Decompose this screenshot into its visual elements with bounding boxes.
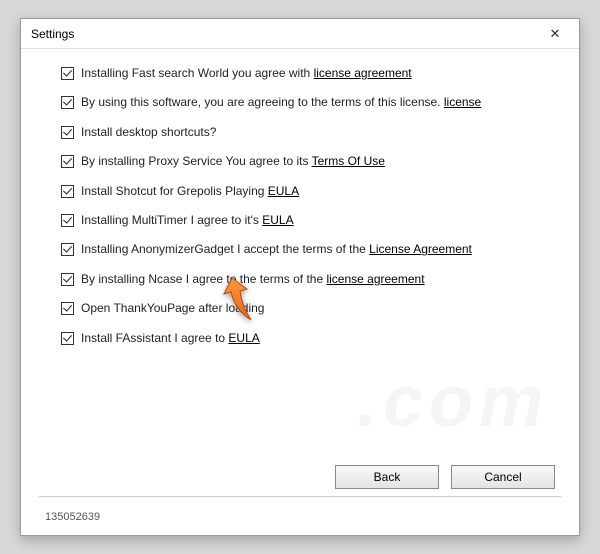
option-label: By installing Proxy Service You agree to… xyxy=(81,153,385,170)
option-row: Installing AnonymizerGadget I accept the… xyxy=(61,241,557,258)
checkbox[interactable] xyxy=(61,273,74,286)
close-button[interactable]: ✕ xyxy=(541,23,569,45)
option-label: Installing AnonymizerGadget I accept the… xyxy=(81,241,472,258)
license-link[interactable]: license agreement xyxy=(314,66,412,80)
option-row: Install Shotcut for Grepolis Playing EUL… xyxy=(61,183,557,200)
option-label: By using this software, you are agreeing… xyxy=(81,94,481,111)
option-row: Install FAssistant I agree to EULA xyxy=(61,330,557,347)
license-link[interactable]: license agreement xyxy=(326,272,424,286)
terms-link[interactable]: Terms Of Use xyxy=(312,154,385,168)
option-row: By installing Proxy Service You agree to… xyxy=(61,153,557,170)
checkbox[interactable] xyxy=(61,214,74,227)
option-label: Install desktop shortcuts? xyxy=(81,124,216,141)
checkbox[interactable] xyxy=(61,67,74,80)
footer-id: 135052639 xyxy=(45,511,100,523)
options-list: Installing Fast search World you agree w… xyxy=(21,49,579,371)
option-row: Installing Fast search World you agree w… xyxy=(61,65,557,82)
checkbox[interactable] xyxy=(61,302,74,315)
titlebar: Settings ✕ xyxy=(21,19,579,49)
option-row: Install desktop shortcuts? xyxy=(61,124,557,141)
option-label: Installing Fast search World you agree w… xyxy=(81,65,412,82)
cancel-button[interactable]: Cancel xyxy=(451,465,555,489)
annotation-arrow-icon xyxy=(222,276,264,326)
checkbox[interactable] xyxy=(61,243,74,256)
close-icon: ✕ xyxy=(550,26,561,42)
button-row: Back Cancel xyxy=(335,465,555,489)
watermark: .com xyxy=(357,361,549,443)
option-label: Install Shotcut for Grepolis Playing EUL… xyxy=(81,183,299,200)
option-label: Install FAssistant I agree to EULA xyxy=(81,330,260,347)
window-title: Settings xyxy=(31,27,74,41)
separator xyxy=(39,496,561,497)
option-row: Installing MultiTimer I agree to it's EU… xyxy=(61,212,557,229)
settings-dialog: Settings ✕ Installing Fast search World … xyxy=(20,18,580,536)
option-label: Installing MultiTimer I agree to it's EU… xyxy=(81,212,294,229)
checkbox[interactable] xyxy=(61,96,74,109)
eula-link[interactable]: EULA xyxy=(262,213,293,227)
eula-link[interactable]: EULA xyxy=(268,184,299,198)
checkbox[interactable] xyxy=(61,126,74,139)
license-link[interactable]: License Agreement xyxy=(369,242,472,256)
checkbox[interactable] xyxy=(61,155,74,168)
back-button[interactable]: Back xyxy=(335,465,439,489)
option-row: Open ThankYouPage after loading xyxy=(61,300,557,317)
checkbox[interactable] xyxy=(61,185,74,198)
option-row: By installing Ncase I agree to the terms… xyxy=(61,271,557,288)
eula-link[interactable]: EULA xyxy=(228,331,259,345)
license-link[interactable]: license xyxy=(444,95,481,109)
checkbox[interactable] xyxy=(61,332,74,345)
option-row: By using this software, you are agreeing… xyxy=(61,94,557,111)
